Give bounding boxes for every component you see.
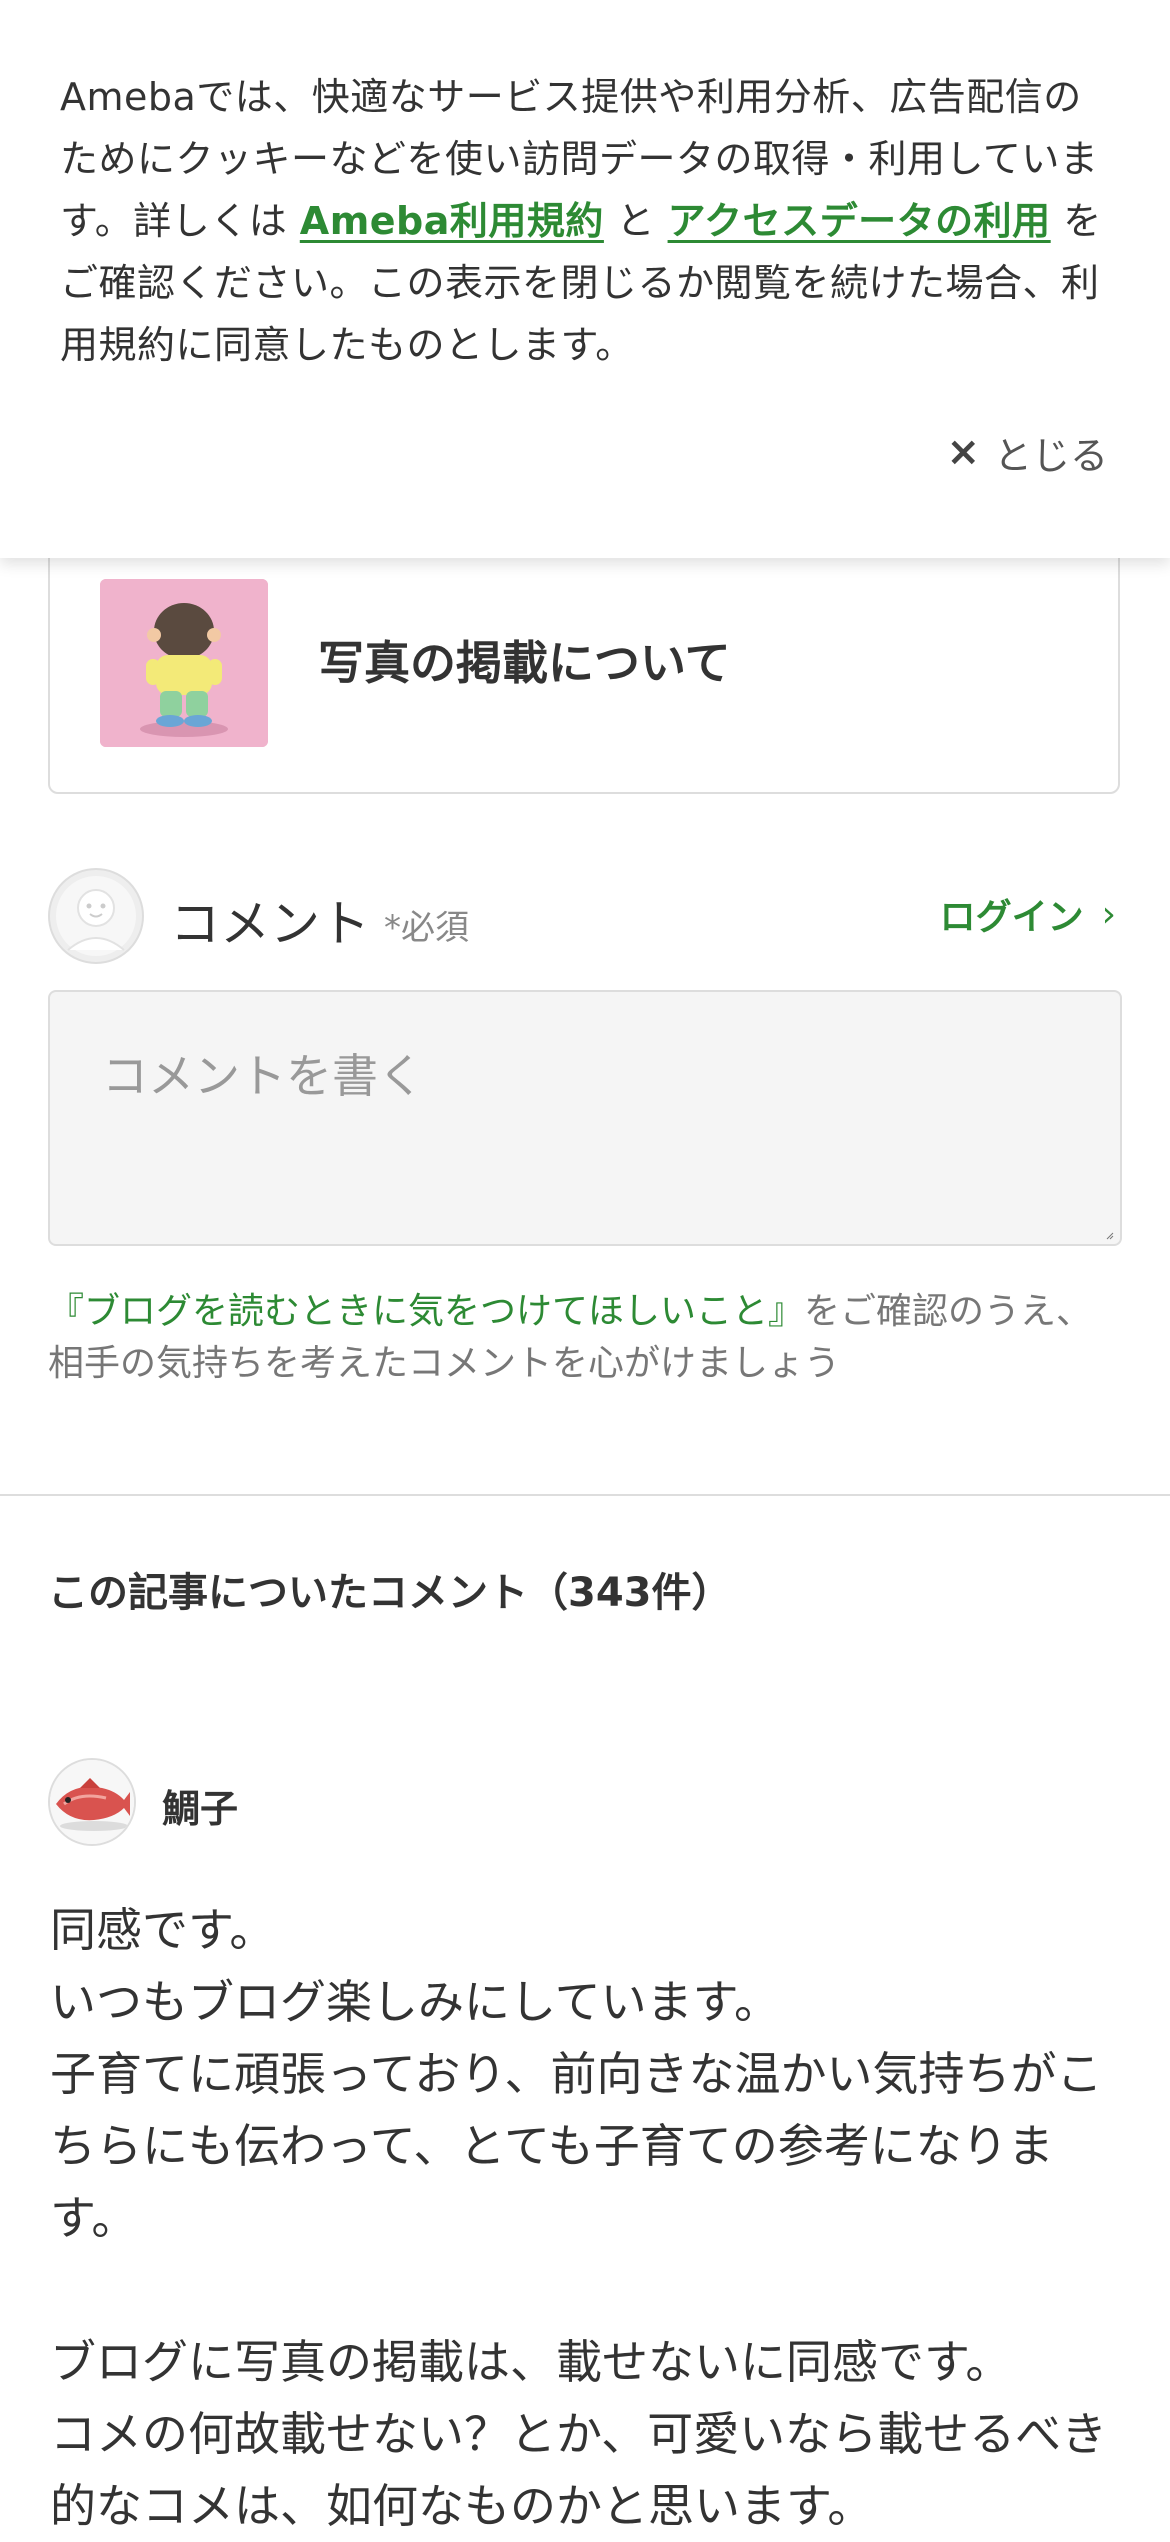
- close-label: とじる: [993, 433, 1108, 478]
- login-label: ログイン: [939, 897, 1084, 938]
- comment-body: 同感です。 いつもブログ楽しみにしています。 子育てに頑張っており、前向きな温か…: [50, 1894, 1130, 2542]
- fish-avatar-icon[interactable]: [48, 1758, 136, 1846]
- comment-line: 子育てに頑張っており、前向きな温かい気持ちがこちらにも伝わって、とても子育ての参…: [50, 2047, 1103, 2245]
- login-link[interactable]: ログイン ›: [940, 888, 1116, 940]
- close-banner-button[interactable]: × とじる: [946, 422, 1108, 482]
- chevron-right-icon: ›: [1101, 893, 1116, 935]
- comment-input[interactable]: [48, 990, 1122, 1246]
- comment-line: いつもブログ楽しみにしています。: [50, 1975, 781, 2029]
- default-avatar-icon: [48, 868, 144, 964]
- section-divider: [0, 1494, 1170, 1496]
- child-illustration-icon: [100, 579, 268, 747]
- comment-line: ブログに写真の掲載は、載せないに同感です。: [50, 2335, 1012, 2389]
- terms-link[interactable]: Ameba利用規約: [300, 199, 604, 243]
- article-thumbnail: [100, 579, 268, 747]
- comment-line: コメの何故載せない？とか、可愛いなら載せるべき的なコメは、如何なものかと思います…: [50, 2407, 1108, 2533]
- comment-label: コメント: [170, 895, 370, 953]
- cookie-consent-text: Amebaでは、快適なサービス提供や利用分析、広告配信のためにクッキーなどを使い…: [60, 66, 1110, 376]
- cookie-text-part: と: [603, 199, 668, 243]
- comment-user-name[interactable]: 鯛子: [162, 1778, 238, 1833]
- comment-guidelines: 『ブログを読むときに気をつけてほしいこと』をご確認のうえ、相手の気持ちを考えたコ…: [48, 1286, 1128, 1390]
- close-icon: ×: [946, 429, 980, 475]
- cookie-consent-banner: Amebaでは、快適なサービス提供や利用分析、広告配信のためにクッキーなどを使い…: [0, 0, 1170, 558]
- comments-heading: この記事についたコメント（343件）: [48, 1570, 732, 1616]
- guidelines-link[interactable]: 『ブログを読むときに気をつけてほしいこと』: [48, 1291, 804, 1332]
- required-marker: *必須: [384, 908, 469, 948]
- article-card[interactable]: 写真の掲載について: [48, 520, 1120, 794]
- resize-handle-icon[interactable]: [1106, 1232, 1114, 1240]
- comment-line: 同感です。: [50, 1903, 276, 1957]
- access-data-link[interactable]: アクセスデータの利用: [668, 199, 1051, 243]
- article-title: 写真の掲載について: [318, 636, 731, 690]
